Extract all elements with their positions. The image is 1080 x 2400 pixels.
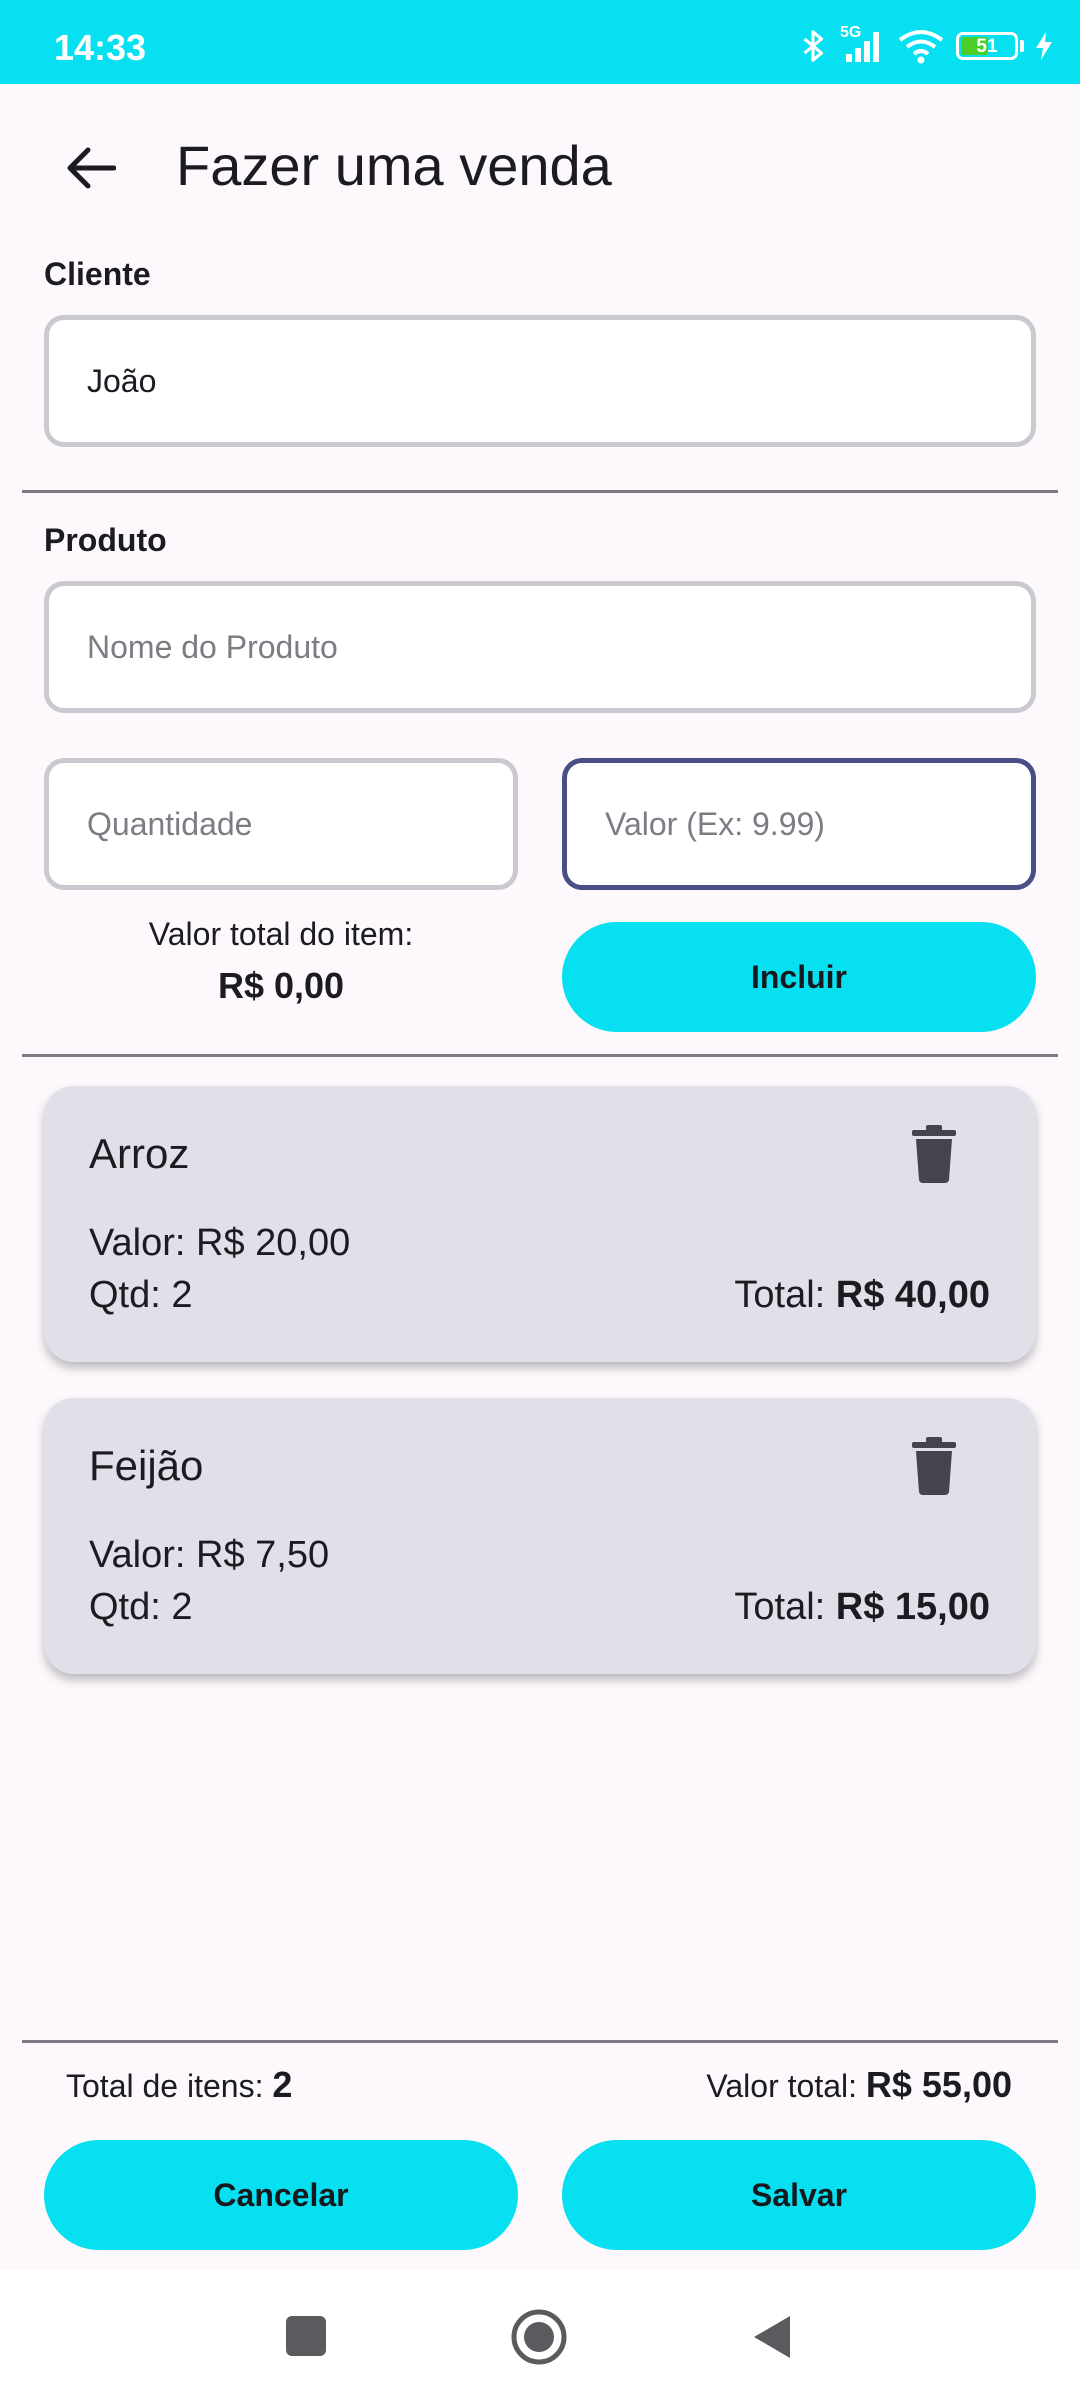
back-button[interactable] xyxy=(50,128,130,208)
include-button[interactable]: Incluir xyxy=(562,922,1036,1032)
item-qty: Qtd: 2 xyxy=(89,1586,193,1628)
trash-icon xyxy=(912,1437,956,1495)
status-time: 14:33 xyxy=(54,27,147,68)
grand-total: Valor total: R$ 55,00 xyxy=(706,2064,1012,2106)
delete-button[interactable] xyxy=(908,1124,960,1184)
charging-icon xyxy=(1036,32,1052,60)
cliente-input[interactable] xyxy=(44,315,1036,447)
cancel-button[interactable]: Cancelar xyxy=(44,2140,518,2250)
battery-level: 51 xyxy=(976,36,998,57)
divider xyxy=(22,2040,1058,2043)
delete-button[interactable] xyxy=(908,1436,960,1496)
item-total: Valor total do item: R$ 0,00 xyxy=(44,916,518,1007)
recents-button[interactable] xyxy=(286,2316,326,2356)
product-name-input[interactable] xyxy=(44,581,1036,713)
signal-icon: 5G xyxy=(840,24,886,64)
bluetooth-icon xyxy=(803,30,824,62)
item-price: Valor: R$ 7,50 xyxy=(89,1534,330,1576)
quantity-input[interactable] xyxy=(44,758,518,890)
item-card: Feijão Valor: R$ 7,50 Qtd: 2 Total: R$ 1… xyxy=(44,1398,1036,1674)
item-price: Valor: R$ 20,00 xyxy=(89,1222,351,1264)
produto-label: Produto xyxy=(44,522,167,558)
item-name: Arroz xyxy=(89,1130,190,1177)
divider xyxy=(22,1054,1058,1057)
grand-total-value: R$ 55,00 xyxy=(865,2064,1012,2105)
item-total-label: Valor total do item: xyxy=(148,916,414,952)
item-total-line: Total: R$ 15,00 xyxy=(734,1586,990,1628)
wifi-icon xyxy=(898,30,944,64)
cliente-label: Cliente xyxy=(44,256,151,292)
battery-tip xyxy=(1020,40,1024,52)
save-button[interactable]: Salvar xyxy=(562,2140,1036,2250)
items-count-label: Total de itens: xyxy=(66,2068,264,2104)
navigation-bar xyxy=(0,2270,1080,2400)
item-total-value: R$ 0,00 xyxy=(217,965,345,1006)
divider xyxy=(22,490,1058,493)
price-input[interactable] xyxy=(562,758,1036,890)
trash-icon xyxy=(912,1125,956,1183)
page-title: Fazer uma venda xyxy=(176,134,612,197)
item-qty: Qtd: 2 xyxy=(89,1274,193,1316)
back-nav-button[interactable] xyxy=(752,2314,792,2360)
grand-total-label: Valor total: xyxy=(706,2068,857,2104)
battery-icon: 51 xyxy=(956,32,1018,60)
status-icons: 5G 51 xyxy=(796,24,1054,64)
home-button[interactable] xyxy=(510,2308,568,2366)
item-total-line: Total: R$ 40,00 xyxy=(734,1274,990,1316)
item-name: Feijão xyxy=(89,1442,204,1489)
items-count-value: 2 xyxy=(272,2064,293,2105)
items-count: Total de itens: 2 xyxy=(66,2064,292,2106)
arrow-back-icon xyxy=(67,147,116,189)
item-card: Arroz Valor: R$ 20,00 Qtd: 2 Total: R$ 4… xyxy=(44,1086,1036,1362)
